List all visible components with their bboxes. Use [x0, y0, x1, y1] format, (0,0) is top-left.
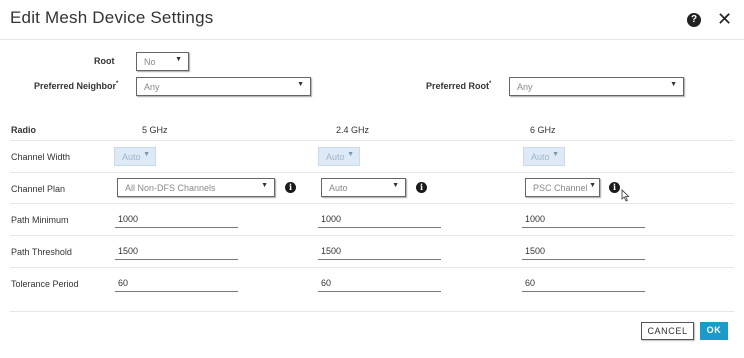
chevron-down-icon: ▼	[589, 182, 596, 189]
column-2-4ghz: 2.4 GHz	[336, 125, 370, 135]
channel-width-6ghz-select: Auto ▼	[523, 147, 565, 166]
info-icon[interactable]: i	[416, 182, 427, 193]
chevron-down-icon: ▼	[347, 151, 354, 158]
channel-plan-6ghz-select[interactable]: PSC Channel ▼	[525, 178, 600, 197]
chevron-down-icon: ▼	[143, 151, 150, 158]
dialog-title: Edit Mesh Device Settings	[10, 8, 214, 27]
dialog-header: Edit Mesh Device Settings ? ✕	[0, 0, 744, 40]
chevron-down-icon: ▼	[392, 182, 399, 189]
chevron-down-icon: ▼	[297, 81, 304, 88]
path-threshold-label: Path Threshold	[11, 247, 72, 257]
row-divider	[10, 267, 734, 268]
ok-button[interactable]: OK	[700, 322, 728, 340]
preferred-neighbor-select[interactable]: Any ▼	[136, 77, 311, 96]
close-icon[interactable]: ✕	[717, 10, 732, 28]
path-threshold-2-4ghz-input[interactable]: 1500	[318, 242, 441, 260]
row-divider	[10, 140, 734, 141]
tolerance-period-6ghz-input[interactable]: 60	[522, 274, 645, 292]
preferred-root-value: Any	[517, 82, 533, 92]
path-minimum-2-4ghz-input[interactable]: 1000	[318, 210, 441, 228]
path-minimum-5ghz-input[interactable]: 1000	[115, 210, 238, 228]
footer-divider	[10, 311, 734, 312]
path-minimum-label: Path Minimum	[11, 215, 69, 225]
channel-width-label: Channel Width	[11, 152, 71, 162]
channel-plan-2-4ghz-select[interactable]: Auto ▼	[321, 178, 406, 197]
row-divider	[10, 172, 734, 173]
channel-width-2-4ghz-select: Auto ▼	[318, 147, 360, 166]
preferred-neighbor-value: Any	[144, 82, 160, 92]
tolerance-period-2-4ghz-input[interactable]: 60	[318, 274, 441, 292]
help-icon[interactable]: ?	[687, 13, 701, 27]
info-icon[interactable]: i	[285, 182, 296, 193]
tolerance-period-5ghz-input[interactable]: 60	[115, 274, 238, 292]
channel-plan-label: Channel Plan	[11, 184, 66, 194]
channel-plan-5ghz-select[interactable]: All Non-DFS Channels ▼	[117, 178, 275, 197]
column-6ghz: 6 GHz	[530, 125, 556, 135]
preferred-root-label: Preferred Root*	[426, 81, 492, 91]
root-label: Root	[94, 56, 115, 66]
preferred-neighbor-label: Preferred Neighbor*	[34, 81, 119, 91]
root-select-value: No	[144, 57, 156, 67]
cancel-button[interactable]: CANCEL	[641, 322, 694, 340]
path-minimum-6ghz-input[interactable]: 1000	[522, 210, 645, 228]
root-select[interactable]: No ▼	[136, 52, 189, 71]
mouse-cursor-icon	[621, 189, 630, 202]
row-divider	[10, 203, 734, 204]
info-icon[interactable]: i	[609, 182, 620, 193]
tolerance-period-label: Tolerance Period	[11, 279, 79, 289]
chevron-down-icon: ▼	[670, 81, 677, 88]
row-divider	[10, 235, 734, 236]
radio-header: Radio	[11, 125, 37, 135]
channel-width-5ghz-select: Auto ▼	[114, 147, 156, 166]
path-threshold-5ghz-input[interactable]: 1500	[115, 242, 238, 260]
path-threshold-6ghz-input[interactable]: 1500	[522, 242, 645, 260]
chevron-down-icon: ▼	[261, 182, 268, 189]
preferred-root-select[interactable]: Any ▼	[509, 77, 684, 96]
column-5ghz: 5 GHz	[142, 125, 168, 135]
chevron-down-icon: ▼	[552, 151, 559, 158]
chevron-down-icon: ▼	[175, 56, 182, 63]
